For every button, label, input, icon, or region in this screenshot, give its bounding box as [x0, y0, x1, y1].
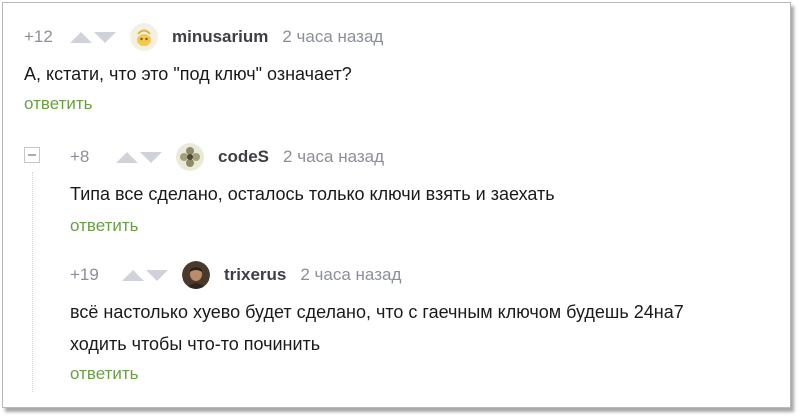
comment-rating: +12 — [24, 27, 53, 46]
reply-link[interactable]: ответить — [70, 216, 780, 236]
downvote-icon[interactable] — [140, 151, 162, 163]
flower-avatar-icon[interactable] — [176, 143, 204, 171]
vote-buttons — [70, 31, 116, 43]
comment-time[interactable]: 2 часа назад — [283, 147, 384, 167]
comment-text: А, кстати, что это "под ключ" означает? — [24, 60, 784, 88]
upvote-icon[interactable] — [116, 151, 138, 163]
comment-time[interactable]: 2 часа назад — [300, 265, 401, 285]
upvote-icon[interactable] — [122, 269, 144, 281]
reply-link[interactable]: ответить — [24, 94, 784, 114]
reply-link[interactable]: ответить — [70, 364, 790, 384]
yellow-face-avatar-icon[interactable] — [130, 23, 158, 51]
upvote-icon[interactable] — [70, 31, 92, 43]
comment-username[interactable]: codeS — [218, 147, 269, 167]
comment-rating: +8 — [70, 147, 90, 166]
vote-buttons — [116, 151, 162, 163]
downvote-icon[interactable] — [146, 269, 168, 281]
comment-username[interactable]: trixerus — [224, 265, 286, 285]
vote-buttons — [122, 269, 168, 281]
comment-time[interactable]: 2 часа назад — [282, 27, 383, 47]
comment-meta: +19 trixerus 2 часа назад — [70, 260, 790, 290]
comment-line: А, кстати, что это "под ключ" означает? — [24, 64, 352, 84]
collapse-thread-icon[interactable] — [24, 147, 40, 163]
comment-meta: +8 codeS 2 часа назад — [70, 142, 780, 172]
comment-2: +8 codeS 2 часа назад Типа все сделано, … — [70, 142, 780, 236]
comment-rating: +19 — [70, 265, 99, 284]
thread-line[interactable] — [32, 172, 33, 392]
comment-meta: +12 minusarium 2 часа назад — [24, 22, 784, 52]
comment-line: Типа все сделано, осталось только ключи … — [70, 184, 555, 204]
comment-3: +19 trixerus 2 часа назад всё настолько … — [70, 260, 790, 384]
comment-text: Типа все сделано, осталось только ключи … — [70, 180, 780, 208]
comment-line: ходить чтобы что-то починить — [70, 334, 321, 354]
downvote-icon[interactable] — [94, 31, 116, 43]
comment-1: +12 minusarium 2 часа назад А, кстати, ч… — [24, 22, 784, 114]
comment-text: всё настолько хуево будет сделано, что с… — [70, 298, 790, 358]
comment-username[interactable]: minusarium — [172, 27, 268, 47]
photo-avatar-icon[interactable] — [182, 261, 210, 289]
comment-line: всё настолько хуево будет сделано, что с… — [70, 302, 684, 322]
